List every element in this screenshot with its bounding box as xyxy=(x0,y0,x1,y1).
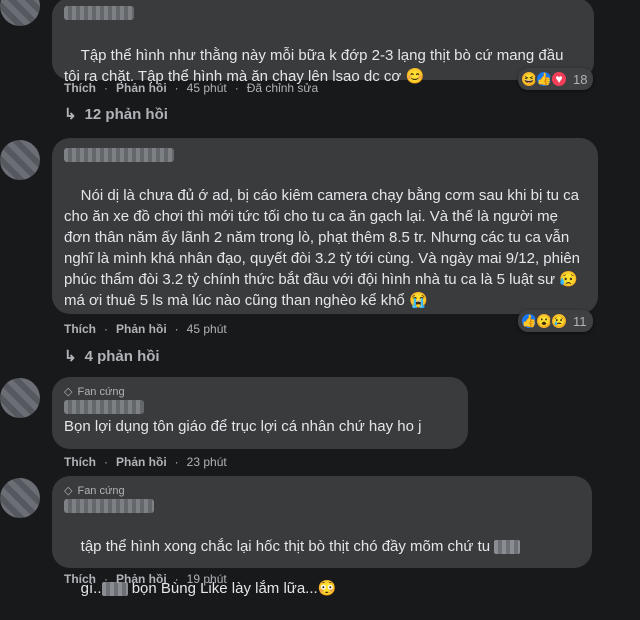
diamond-icon: ◇ xyxy=(64,485,73,497)
like-button[interactable]: Thích xyxy=(64,455,96,469)
reply-button[interactable]: Phản hồi xyxy=(116,322,167,336)
separator: · xyxy=(174,81,179,95)
comment-bubble: ◇ Fan cứng tập thể hình xong chắc lại hố… xyxy=(52,476,592,597)
diamond-icon: ◇ xyxy=(64,386,73,398)
like-button[interactable]: Thích xyxy=(64,322,96,336)
separator: · xyxy=(234,81,239,95)
avatar[interactable] xyxy=(0,478,40,518)
timestamp[interactable]: 45 phút xyxy=(187,81,227,95)
avatar[interactable] xyxy=(0,0,40,26)
separator: · xyxy=(104,322,108,336)
commenter-name[interactable] xyxy=(64,148,174,162)
censored-word xyxy=(494,540,521,555)
avatar[interactable] xyxy=(0,140,40,180)
embarrassed-emoji-icon: 😳 xyxy=(317,580,337,597)
separator: · xyxy=(174,572,179,586)
reactions-summary[interactable]: 👍 😮 😢 11 xyxy=(518,310,593,332)
edited-label: Đã chỉnh sửa xyxy=(246,81,319,95)
replies-count: 12 phản hồi xyxy=(84,105,168,123)
view-replies-link[interactable]: ↳ 12 phản hồi xyxy=(64,105,168,124)
view-replies-link[interactable]: ↳ 4 phản hồi xyxy=(64,347,160,366)
comment-actions: Thích · Phản hồi · 23 phút xyxy=(64,455,227,469)
reactions-summary[interactable]: 😆 👍 ♥ 18 xyxy=(518,68,594,90)
comment-text: Tập thể hình như thằng này mỗi bữa k đớp… xyxy=(64,47,568,85)
separator: · xyxy=(104,455,108,469)
fan-badge: ◇ Fan cứng xyxy=(64,385,125,399)
separator: · xyxy=(104,81,108,95)
reply-button[interactable]: Phản hồi xyxy=(116,572,167,586)
crying-emoji-icon: 😭 xyxy=(409,292,428,309)
replies-count: 4 phản hồi xyxy=(84,347,160,365)
like-button[interactable]: Thích xyxy=(64,81,96,95)
sad-emoji-icon: 😥 xyxy=(559,271,578,288)
smile-emoji-icon: 😊 xyxy=(405,68,425,85)
separator: · xyxy=(104,572,108,586)
comment-bubble: ◇ Fan cứng Bọn lợi dụng tôn giáo để trục… xyxy=(52,377,468,449)
reaction-count: 11 xyxy=(573,313,587,329)
comment-actions: Thích · Phản hồi · 19 phút xyxy=(64,572,227,586)
comment-text: Nói dị là chưa đủ ớ ad, bị cáo kiêm came… xyxy=(64,187,585,309)
comment-text: Bọn lợi dụng tôn giáo để trục lợi cá nhâ… xyxy=(64,418,422,435)
avatar[interactable] xyxy=(0,378,40,418)
timestamp[interactable]: 23 phút xyxy=(187,455,227,469)
commenter-name[interactable] xyxy=(64,499,154,513)
comment-bubble: Nói dị là chưa đủ ớ ad, bị cáo kiêm came… xyxy=(52,138,598,314)
commenter-name[interactable] xyxy=(64,6,134,20)
separator: · xyxy=(174,322,179,336)
timestamp[interactable]: 45 phút xyxy=(187,322,227,336)
reply-button[interactable]: Phản hồi xyxy=(116,455,167,469)
separator: · xyxy=(174,455,179,469)
commenter-name[interactable] xyxy=(64,400,144,414)
reaction-count: 18 xyxy=(573,71,588,87)
comment-actions: Thích · Phản hồi · 45 phút · Đã chỉnh sử… xyxy=(64,81,318,95)
timestamp[interactable]: 19 phút xyxy=(187,572,227,586)
comment-bubble: Tập thể hình như thằng này mỗi bữa k đớp… xyxy=(52,0,594,85)
comment-actions: Thích · Phản hồi · 45 phút xyxy=(64,322,227,336)
like-button[interactable]: Thích xyxy=(64,572,96,586)
comment-text: tập thể hình xong chắc lại hốc thịt bò t… xyxy=(64,515,580,620)
reply-arrow-icon: ↳ xyxy=(64,348,77,365)
sad-reaction-icon: 😢 xyxy=(550,312,568,330)
fan-badge: ◇ Fan cứng xyxy=(64,484,125,498)
reply-button[interactable]: Phản hồi xyxy=(116,81,167,95)
love-reaction-icon: ♥ xyxy=(550,70,568,88)
reply-arrow-icon: ↳ xyxy=(64,106,77,123)
